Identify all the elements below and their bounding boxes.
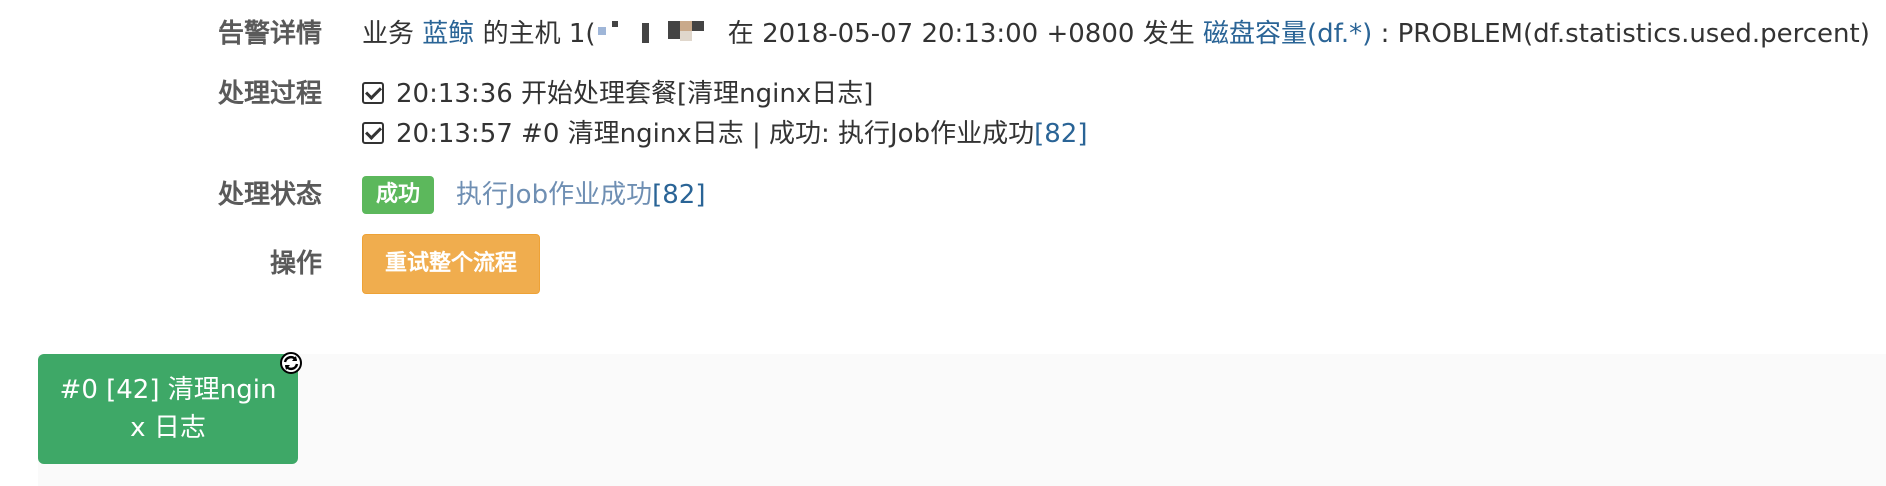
retry-flow-button[interactable]: 重试整个流程 xyxy=(362,234,541,294)
process-steps: 20:13:36 开始处理套餐[清理nginx日志] 20:13:57 #0 清… xyxy=(362,74,1087,154)
process-row: 处理过程 20:13:36 开始处理套餐[清理nginx日志] 20:13:57… xyxy=(0,74,1087,154)
business-prefix: 业务 xyxy=(362,19,415,49)
alert-time: 2018-05-07 20:13:00 +0800 xyxy=(762,19,1135,49)
process-label: 处理过程 xyxy=(217,79,322,109)
metric-link[interactable]: 磁盘容量(df.*) xyxy=(1203,19,1372,49)
action-value: 重试整个流程 xyxy=(362,234,541,294)
status-badge: 成功 xyxy=(362,176,435,214)
check-square-icon xyxy=(362,122,384,144)
action-row: 操作 重试整个流程 xyxy=(0,234,541,294)
happen-word: 发生 xyxy=(1142,19,1195,49)
alert-result: : PROBLEM(df.statistics.used.percent) xyxy=(1380,19,1870,49)
status-row: 处理状态 成功 执行Job作业成功[82] xyxy=(0,176,705,214)
host-label: 的主机 xyxy=(482,19,561,49)
process-step-text: 20:13:36 开始处理套餐[清理nginx日志] xyxy=(396,79,874,109)
alert-detail-label: 告警详情 xyxy=(217,19,322,49)
redacted-host-mask xyxy=(596,19,720,45)
status-value: 成功 执行Job作业成功[82] xyxy=(362,176,705,214)
check-square-icon xyxy=(362,82,384,104)
flow-node-label: #0 [42] 清理nginx 日志 xyxy=(59,375,277,443)
host-ip: 1( xyxy=(568,19,596,49)
alert-detail-value: 业务 蓝鲸 的主机 1( 在 2018-05-07 20:13:00 +0800… xyxy=(362,18,1870,50)
flow-canvas xyxy=(38,354,1886,486)
job-link[interactable]: [82] xyxy=(1034,119,1087,149)
refresh-icon[interactable] xyxy=(280,352,302,374)
process-step-text: 20:13:57 #0 清理nginx日志 | 成功: 执行Job作业成功 xyxy=(396,119,1035,149)
business-link[interactable]: 蓝鲸 xyxy=(422,19,474,49)
action-label: 操作 xyxy=(269,249,322,279)
alert-detail-row: 告警详情 业务 蓝鲸 的主机 1( 在 2018-05-07 20:13:00 … xyxy=(0,18,1870,50)
process-step: 20:13:36 开始处理套餐[清理nginx日志] xyxy=(362,74,1087,114)
at-word: 在 xyxy=(727,19,754,49)
flow-node[interactable]: #0 [42] 清理nginx 日志 xyxy=(38,354,298,464)
status-text: 执行Job作业成功 xyxy=(456,180,653,210)
status-job-link[interactable]: [82] xyxy=(652,180,705,210)
status-label: 处理状态 xyxy=(217,180,322,210)
process-step: 20:13:57 #0 清理nginx日志 | 成功: 执行Job作业成功[82… xyxy=(362,114,1087,154)
alert-detail-panel: 告警详情 业务 蓝鲸 的主机 1( 在 2018-05-07 20:13:00 … xyxy=(0,0,1886,486)
